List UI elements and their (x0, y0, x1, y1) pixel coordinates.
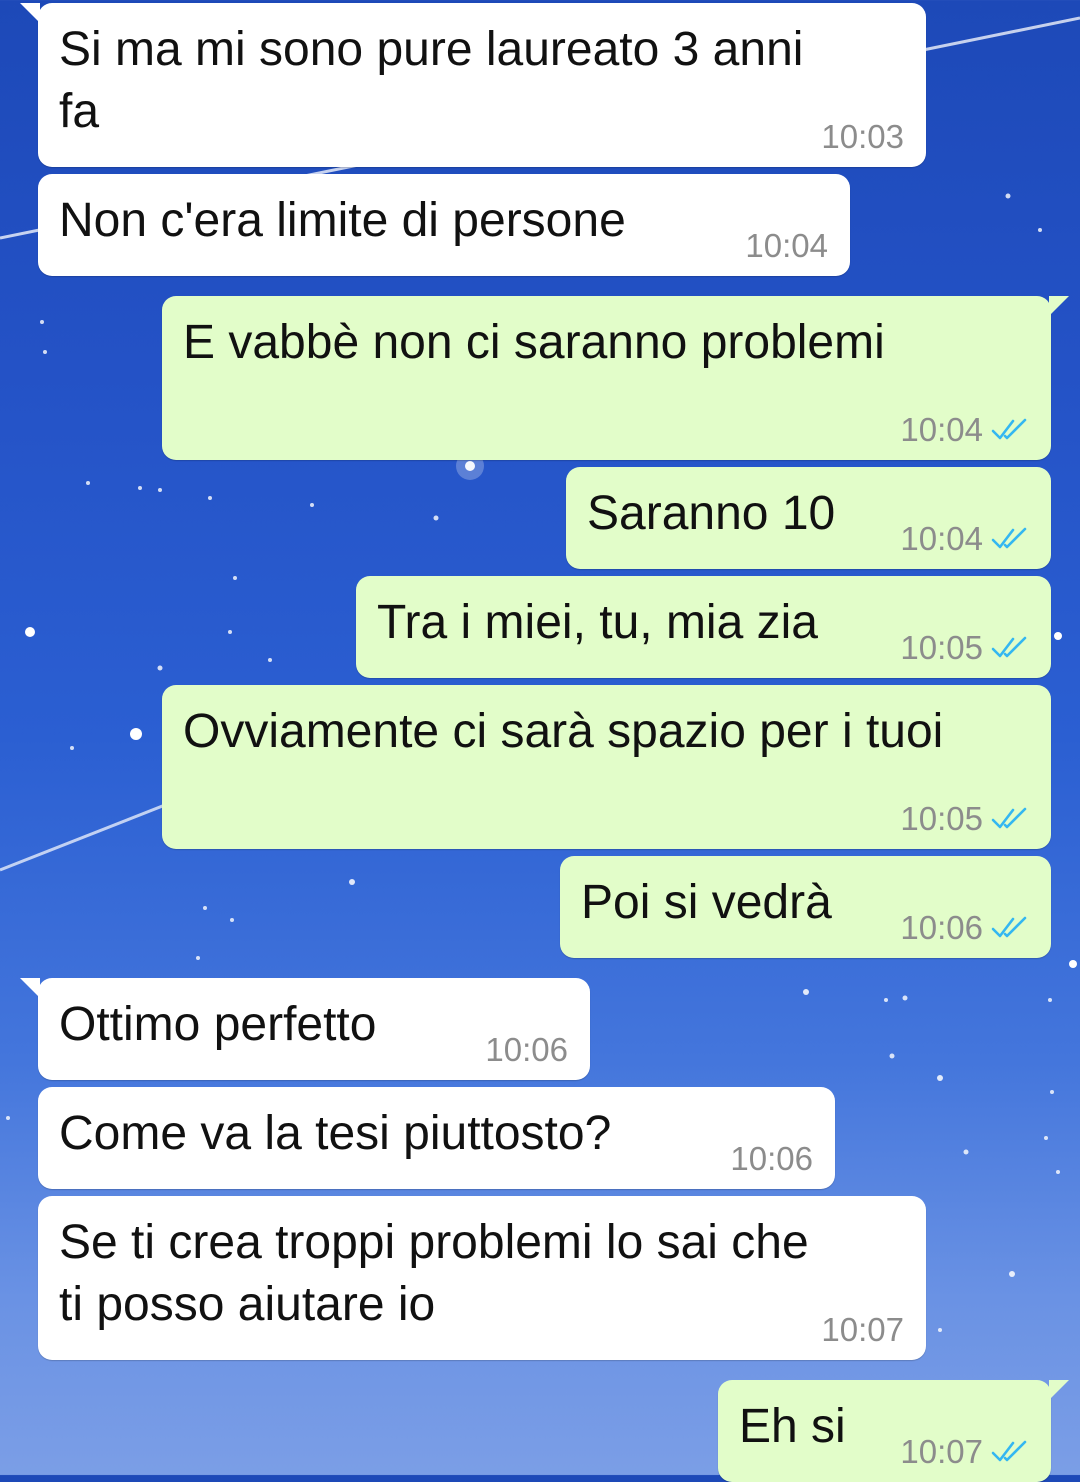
message-timestamp: 10:07 (821, 1311, 904, 1348)
message-meta: 10:04 (900, 521, 1029, 557)
message-text: Poi si vedrà (581, 876, 832, 929)
message-timestamp: 10:06 (730, 1140, 813, 1177)
message-text: Eh si (739, 1400, 846, 1453)
outgoing-message-bubble[interactable]: E vabbè non ci saranno problemi 10:04 (162, 296, 1069, 460)
message-text: Si ma mi sono pure laureato 3 anni fa (59, 23, 804, 138)
message-text: E vabbè non ci saranno problemi (183, 316, 885, 369)
message-text: Ottimo perfetto (59, 998, 377, 1051)
double-check-icon (991, 916, 1027, 938)
message-timestamp: 10:04 (900, 411, 983, 448)
outgoing-message-bubble[interactable]: Tra i miei, tu, mia zia 10:05 (356, 576, 1051, 678)
message-text: Tra i miei, tu, mia zia (377, 596, 818, 649)
incoming-message-bubble[interactable]: Ottimo perfetto 10:06 (20, 978, 590, 1080)
message-meta: 10:05 (900, 630, 1029, 666)
message-meta: 10:07 (900, 1434, 1029, 1470)
message-meta: 10:06 (485, 1032, 568, 1068)
incoming-message-bubble[interactable]: Non c'era limite di persone 10:04 (38, 174, 850, 276)
message-text: Se ti crea troppi problemi lo sai che ti… (59, 1216, 809, 1331)
message-text: Saranno 10 (587, 487, 836, 540)
incoming-message-bubble[interactable]: Se ti crea troppi problemi lo sai che ti… (38, 1196, 926, 1360)
message-text: Non c'era limite di persone (59, 194, 626, 247)
message-timestamp: 10:04 (900, 520, 983, 557)
message-meta: 10:06 (730, 1141, 813, 1177)
message-timestamp: 10:04 (745, 227, 828, 264)
double-check-icon (991, 807, 1027, 829)
message-timestamp: 10:05 (900, 800, 983, 837)
message-timestamp: 10:03 (821, 118, 904, 155)
message-timestamp: 10:05 (900, 629, 983, 666)
double-check-icon (991, 1440, 1027, 1462)
message-meta: 10:05 (900, 801, 1029, 837)
double-check-icon (991, 418, 1027, 440)
message-timestamp: 10:07 (900, 1433, 983, 1470)
message-text: Come va la tesi piuttosto? (59, 1107, 612, 1160)
outgoing-message-bubble[interactable]: Ovviamente ci sarà spazio per i tuoi 10:0… (162, 685, 1051, 849)
message-meta: 10:04 (745, 228, 828, 264)
message-timestamp: 10:06 (485, 1031, 568, 1068)
incoming-message-bubble[interactable]: Si ma mi sono pure laureato 3 anni fa 10:… (20, 3, 926, 167)
message-meta: 10:04 (900, 412, 1029, 448)
outgoing-message-bubble[interactable]: Eh si 10:07 (718, 1380, 1069, 1482)
outgoing-message-bubble[interactable]: Saranno 10 10:04 (566, 467, 1051, 569)
message-meta: 10:07 (821, 1312, 904, 1348)
double-check-icon (991, 636, 1027, 658)
message-meta: 10:06 (900, 910, 1029, 946)
double-check-icon (991, 527, 1027, 549)
message-text: Ovviamente ci sarà spazio per i tuoi (183, 705, 944, 758)
message-meta: 10:03 (821, 119, 904, 155)
incoming-message-bubble[interactable]: Come va la tesi piuttosto? 10:06 (38, 1087, 835, 1189)
message-timestamp: 10:06 (900, 909, 983, 946)
outgoing-message-bubble[interactable]: Poi si vedrà 10:06 (560, 856, 1051, 958)
